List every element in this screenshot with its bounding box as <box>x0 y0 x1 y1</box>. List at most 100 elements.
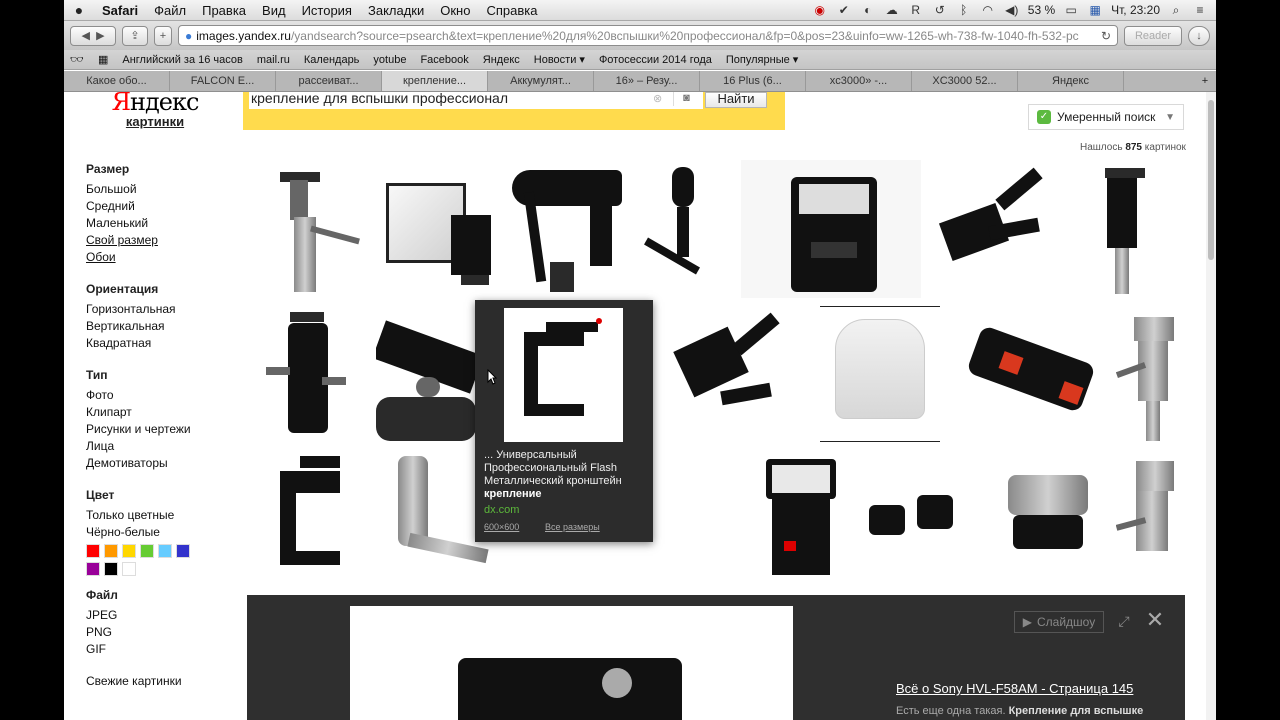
reader-button[interactable]: Reader <box>1124 25 1182 46</box>
color-swatch[interactable] <box>86 562 100 576</box>
menu-safari[interactable]: Safari <box>94 3 146 18</box>
tab-active[interactable]: крепление... <box>382 71 488 91</box>
tab[interactable]: FALCON E... <box>170 71 276 91</box>
color-swatch[interactable] <box>158 544 172 558</box>
menu-file[interactable]: Файл <box>146 3 194 18</box>
menu-help[interactable]: Справка <box>478 3 545 18</box>
filter-option[interactable]: JPEG <box>86 608 226 625</box>
slideshow-button[interactable]: ▶ Слайдшоу <box>1014 611 1104 633</box>
image-thumbnail[interactable] <box>1116 306 1186 442</box>
image-thumbnail[interactable] <box>510 160 624 298</box>
r-icon[interactable]: R <box>908 3 924 17</box>
tab[interactable]: рассеиват... <box>276 71 382 91</box>
image-thumbnail[interactable] <box>632 160 732 298</box>
color-swatch[interactable] <box>176 544 190 558</box>
filter-option[interactable]: Демотиваторы <box>86 456 226 473</box>
tab[interactable]: 16 Plus (6... <box>700 71 806 91</box>
scrollbar-thumb[interactable] <box>1208 100 1214 260</box>
logo-subtitle[interactable]: картинки <box>110 114 200 129</box>
bookmark-item[interactable]: Календарь <box>304 54 360 66</box>
image-thumbnail[interactable] <box>741 160 921 298</box>
image-thumbnail[interactable] <box>858 450 968 580</box>
flag-icon[interactable]: ▦ <box>1087 3 1103 17</box>
bookmark-item[interactable]: Фотосессии 2014 года <box>599 54 712 66</box>
tab[interactable]: Аккумулят... <box>488 71 594 91</box>
clock[interactable]: Чт, 23:20 <box>1111 3 1160 17</box>
bookmark-folder[interactable]: Популярные ▾ <box>726 53 798 66</box>
filter-option[interactable]: Средний <box>86 199 226 216</box>
tab[interactable]: Какое обо... <box>64 71 170 91</box>
bookmark-folder[interactable]: Новости ▾ <box>534 53 585 66</box>
page-scrollbar[interactable] <box>1206 92 1216 720</box>
image-thumbnail[interactable] <box>381 170 501 298</box>
battery-icon[interactable]: ▭ <box>1063 3 1079 17</box>
menu-window[interactable]: Окно <box>432 3 478 18</box>
forward-icon[interactable]: ▶ <box>96 29 104 42</box>
new-tab-icon[interactable]: + <box>1194 75 1216 87</box>
bookmark-item[interactable]: Facebook <box>420 54 468 66</box>
filter-option[interactable]: Только цветные <box>86 508 226 525</box>
menu-history[interactable]: История <box>294 3 360 18</box>
eye-icon[interactable]: ◐ <box>860 3 876 17</box>
apple-icon[interactable]: ● <box>64 2 94 18</box>
battery-percent[interactable]: 53 % <box>1028 3 1055 17</box>
image-thumbnail[interactable] <box>929 160 1059 298</box>
volume-icon[interactable]: ◀) <box>1004 3 1020 17</box>
image-thumbnail[interactable] <box>746 450 856 580</box>
share-button[interactable]: ⇪ <box>122 25 148 46</box>
image-thumbnail[interactable] <box>258 306 362 442</box>
filter-option[interactable]: Маленький <box>86 216 226 233</box>
safe-search-select[interactable]: ✓ Умеренный поиск ▼ <box>1028 104 1184 130</box>
wifi-icon[interactable]: ◠ <box>980 3 996 17</box>
filter-option[interactable]: Вертикальная <box>86 319 226 336</box>
image-hover-popup[interactable]: ... Универсальный Профессиональный Flash… <box>475 300 653 542</box>
filter-option[interactable]: Клипарт <box>86 405 226 422</box>
top-sites-icon[interactable]: ▦ <box>98 53 108 66</box>
notification-icon[interactable]: ≡ <box>1192 3 1208 17</box>
filter-option[interactable]: Горизонтальная <box>86 302 226 319</box>
color-swatch[interactable] <box>122 544 136 558</box>
color-swatch[interactable] <box>122 562 136 576</box>
filter-option[interactable]: Большой <box>86 182 226 199</box>
image-thumbnail[interactable] <box>376 306 480 442</box>
image-thumbnail[interactable] <box>258 450 368 580</box>
filter-option[interactable]: Свой размер <box>86 233 226 250</box>
tab[interactable]: Яндекс <box>1018 71 1124 91</box>
reading-list-icon[interactable]: 👓︎ <box>70 53 84 66</box>
address-bar[interactable]: ● images.yandex.ru/yandsearch?source=pse… <box>178 25 1118 46</box>
time-machine-icon[interactable]: ↺ <box>932 3 948 17</box>
spotlight-icon[interactable]: ⌕ <box>1168 3 1184 17</box>
color-swatch[interactable] <box>86 544 100 558</box>
popup-size-link[interactable]: 600×600 <box>484 522 519 532</box>
search-input[interactable]: крепление для вспышки профессионал <box>249 92 703 109</box>
preview-image[interactable] <box>350 606 793 720</box>
bluetooth-icon[interactable]: ᛒ <box>956 3 972 17</box>
filter-option[interactable]: Обои <box>86 250 226 267</box>
image-thumbnail[interactable] <box>258 160 362 298</box>
filter-option[interactable]: Фото <box>86 388 226 405</box>
image-thumbnail[interactable] <box>1066 160 1184 298</box>
bookmark-item[interactable]: yotube <box>373 54 406 66</box>
color-swatch[interactable] <box>104 562 118 576</box>
clear-icon[interactable]: ⊗ <box>653 92 667 105</box>
filter-option[interactable]: Рисунки и чертежи <box>86 422 226 439</box>
preview-title-link[interactable]: Всё о Sony HVL-F58AM - Страница 145 <box>896 681 1133 696</box>
filter-option[interactable]: Квадратная <box>86 336 226 353</box>
image-thumbnail[interactable] <box>1116 450 1186 580</box>
cloud-icon[interactable]: ☁ <box>884 3 900 17</box>
filter-option[interactable]: GIF <box>86 642 226 659</box>
color-swatch[interactable] <box>140 544 154 558</box>
image-thumbnail[interactable] <box>946 306 1106 442</box>
find-button[interactable]: Найти <box>705 92 767 108</box>
filter-option[interactable]: PNG <box>86 625 226 642</box>
tab[interactable]: 16» – Резу... <box>594 71 700 91</box>
bookmark-item[interactable]: mail.ru <box>257 54 290 66</box>
popup-image[interactable] <box>504 308 623 442</box>
yandex-logo[interactable]: Яндекс картинки <box>110 92 200 129</box>
bookmark-item[interactable]: Английский за 16 часов <box>122 54 243 66</box>
filter-option[interactable]: Чёрно-белые <box>86 525 226 542</box>
record-icon[interactable]: ◉ <box>812 3 828 17</box>
menu-edit[interactable]: Правка <box>194 3 254 18</box>
reload-icon[interactable]: ↻ <box>1101 29 1111 43</box>
color-swatch[interactable] <box>104 544 118 558</box>
